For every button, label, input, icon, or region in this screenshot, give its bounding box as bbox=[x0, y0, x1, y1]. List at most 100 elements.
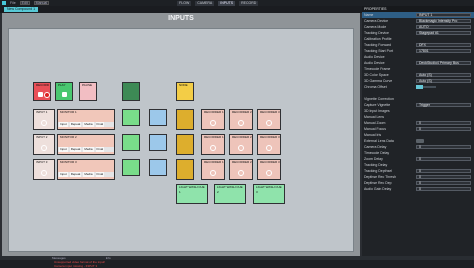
node-ocher-1[interactable] bbox=[176, 109, 194, 130]
repeat-button[interactable]: Repeat bbox=[69, 172, 82, 177]
node-play[interactable]: PLAY bbox=[55, 82, 73, 101]
node-recorder-2a[interactable]: RECORDER 2 bbox=[229, 109, 253, 130]
property-value[interactable] bbox=[416, 150, 474, 156]
play-icon bbox=[62, 92, 67, 97]
node-blue-1[interactable] bbox=[149, 109, 167, 126]
node-ocher-2[interactable] bbox=[176, 134, 194, 155]
node-light-wash-1[interactable]: LIGHT WASH CUE 1 bbox=[176, 184, 208, 204]
property-value[interactable] bbox=[416, 96, 474, 102]
node-recorder-3b[interactable]: RECORDER 3 bbox=[257, 134, 281, 155]
node-label bbox=[123, 83, 139, 88]
node-label: RECORDER 2 bbox=[232, 135, 252, 139]
power-icon bbox=[210, 145, 216, 151]
input-button[interactable]: Input bbox=[59, 122, 68, 127]
property-value[interactable]: INPUT 1 bbox=[416, 13, 471, 17]
property-value[interactable]: 0 bbox=[416, 187, 471, 191]
nav-record[interactable]: RECORD bbox=[239, 0, 259, 6]
node-yellow[interactable]: NODE bbox=[176, 82, 194, 101]
node-label: INPUT 2 bbox=[36, 135, 48, 139]
stop-icon bbox=[38, 92, 43, 97]
input-button[interactable]: Input bbox=[59, 147, 68, 152]
property-row[interactable]: Audio Gain Delay 0 bbox=[362, 186, 474, 192]
tab-info[interactable]: Info bbox=[106, 256, 111, 260]
node-input-1[interactable]: INPUT 1 bbox=[33, 109, 55, 130]
property-value[interactable]: DFX bbox=[416, 43, 471, 47]
property-value[interactable]: 0 bbox=[416, 169, 471, 173]
repeat-button[interactable]: Repeat bbox=[69, 122, 82, 127]
property-value[interactable]: 0 bbox=[416, 157, 471, 161]
app-logo bbox=[2, 1, 6, 5]
property-value[interactable]: DeckStudio4 Primary Bus bbox=[416, 61, 471, 65]
property-value[interactable]: Auto (S) bbox=[416, 79, 471, 83]
property-value[interactable]: 0 bbox=[416, 145, 471, 149]
node-recorder-3c[interactable]: RECORDER 3 bbox=[257, 159, 281, 180]
property-value[interactable] bbox=[416, 162, 474, 168]
node-recorder-1a[interactable]: RECORDER 1 bbox=[201, 109, 225, 130]
node-green-3[interactable] bbox=[122, 159, 140, 176]
node-label: LIGHT WASH CUE 1 bbox=[179, 185, 205, 194]
final-button[interactable]: Final bbox=[95, 147, 105, 152]
node-label: RECORDER 1 bbox=[204, 160, 224, 164]
property-value[interactable]: 0 bbox=[416, 175, 471, 179]
property-value[interactable]: Stagepad #1 bbox=[416, 31, 471, 35]
property-slider[interactable] bbox=[416, 85, 436, 89]
final-button[interactable]: Final bbox=[95, 122, 105, 127]
media-button[interactable]: Media bbox=[83, 172, 94, 177]
power-icon bbox=[238, 170, 244, 176]
node-label: NODE bbox=[179, 83, 188, 87]
node-recorder-3a[interactable]: RECORDER 3 bbox=[257, 109, 281, 130]
property-value[interactable] bbox=[416, 36, 474, 42]
property-value[interactable]: Trigger bbox=[416, 103, 471, 107]
property-value[interactable]: 0 bbox=[416, 127, 471, 131]
node-green-2[interactable] bbox=[122, 134, 140, 151]
node-input-3[interactable]: INPUT 3 bbox=[33, 159, 55, 180]
node-recorder-1c[interactable]: RECORDER 1 bbox=[201, 159, 225, 180]
final-button[interactable]: Final bbox=[95, 172, 105, 177]
node-ocher-3[interactable] bbox=[176, 159, 194, 180]
node-recorder-2b[interactable]: RECORDER 2 bbox=[229, 134, 253, 155]
document-tab[interactable]: New Compound 1 bbox=[4, 7, 39, 12]
power-icon bbox=[210, 120, 216, 126]
node-green-1[interactable] bbox=[122, 109, 140, 126]
property-value[interactable]: Auto (S) bbox=[416, 73, 471, 77]
property-value[interactable] bbox=[416, 66, 474, 72]
node-light-wash-2[interactable]: LIGHT WASH CUE 2 bbox=[214, 184, 246, 204]
node-recorder-1b[interactable]: RECORDER 1 bbox=[201, 134, 225, 155]
node-record[interactable]: RECORD bbox=[33, 82, 51, 101]
nav-camera[interactable]: CAMERA bbox=[195, 0, 215, 6]
nav-inputs[interactable]: INPUTS bbox=[218, 0, 236, 6]
repeat-button[interactable]: Repeat bbox=[69, 147, 82, 152]
property-value[interactable]: AUTO bbox=[416, 25, 471, 29]
node-label: RECORDER 3 bbox=[260, 135, 280, 139]
media-button[interactable]: Media bbox=[83, 122, 94, 127]
node-pause[interactable]: PAUSE bbox=[79, 82, 97, 101]
menu-file[interactable]: File bbox=[10, 1, 16, 5]
property-value[interactable] bbox=[416, 114, 474, 120]
monitor-2-buttons: Input Repeat Media Final bbox=[58, 147, 114, 152]
power-icon bbox=[41, 120, 47, 126]
node-recorder-2c[interactable]: RECORDER 2 bbox=[229, 159, 253, 180]
node-light-wash-3[interactable]: LIGHT WASH CUE 3 bbox=[253, 184, 285, 204]
property-toggle[interactable] bbox=[416, 139, 424, 143]
property-value[interactable]: Blackmagic Intensity Pro bbox=[416, 19, 471, 23]
node-input-2[interactable]: INPUT 2 bbox=[33, 134, 55, 155]
monitor-1-buttons: Input Repeat Media Final bbox=[58, 122, 114, 127]
property-value[interactable]: 0 bbox=[416, 121, 471, 125]
canvas-title: INPUTS bbox=[168, 15, 194, 22]
node-blue-2[interactable] bbox=[149, 134, 167, 151]
property-value[interactable] bbox=[416, 54, 474, 60]
property-value[interactable]: 0 bbox=[416, 181, 471, 185]
properties-panel: PROPERTIES Name INPUT 1 Camera Device Black… bbox=[362, 6, 474, 268]
node-blue-3[interactable] bbox=[149, 159, 167, 176]
mode-select[interactable]: Manual bbox=[33, 1, 50, 5]
property-value[interactable] bbox=[416, 132, 474, 138]
nav-flow[interactable]: FLOW bbox=[177, 0, 192, 6]
node-group[interactable] bbox=[122, 82, 140, 101]
menu-edit[interactable]: Edit bbox=[19, 1, 30, 5]
node-canvas[interactable]: RECORD PLAY PAUSE NODE INPUT 1 MONITOR 1… bbox=[8, 28, 354, 252]
property-value[interactable]: 17801 bbox=[416, 49, 471, 53]
power-icon bbox=[266, 120, 272, 126]
media-button[interactable]: Media bbox=[83, 147, 94, 152]
node-label: PAUSE bbox=[82, 83, 92, 87]
input-button[interactable]: Input bbox=[59, 172, 68, 177]
